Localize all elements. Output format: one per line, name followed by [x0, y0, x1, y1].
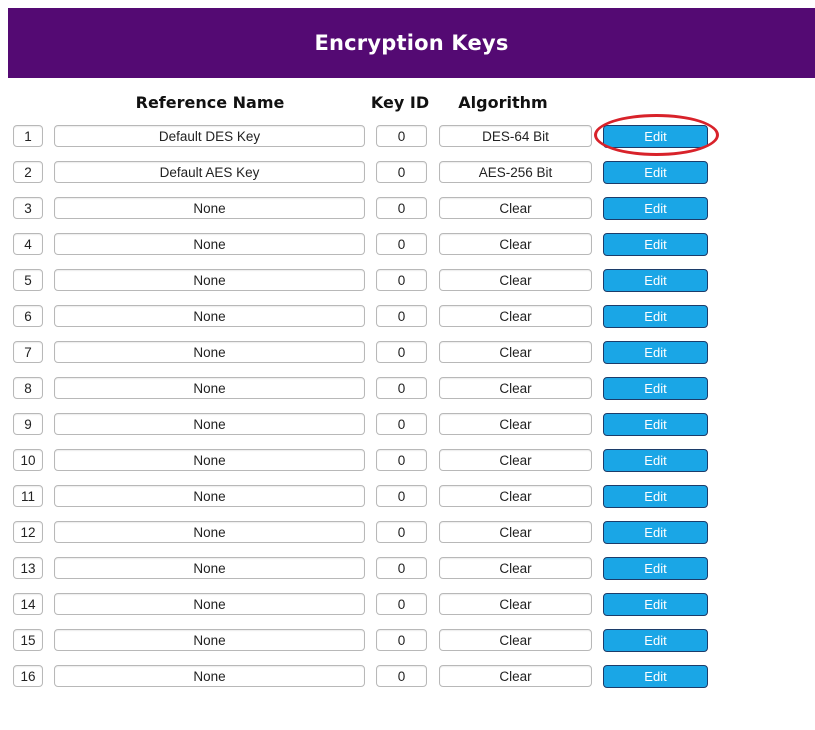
- reference-name-field: None: [54, 233, 365, 255]
- algorithm-field: Clear: [439, 197, 592, 219]
- edit-button[interactable]: Edit: [603, 665, 708, 688]
- reference-name-field: None: [54, 521, 365, 543]
- reference-name-field: None: [54, 557, 365, 579]
- table-row: 1 Default DES Key 0 DES-64 Bit Edit: [0, 125, 815, 149]
- row-number: 8: [13, 377, 43, 399]
- keys-table: 1 Default DES Key 0 DES-64 Bit Edit 2 Default …: [0, 0, 815, 730]
- key-id-field: 0: [376, 269, 427, 291]
- edit-button[interactable]: Edit: [603, 161, 708, 184]
- table-row: 16 None 0 Clear Edit: [0, 665, 815, 689]
- algorithm-field: Clear: [439, 485, 592, 507]
- row-number: 6: [13, 305, 43, 327]
- row-number: 9: [13, 413, 43, 435]
- key-id-field: 0: [376, 521, 427, 543]
- reference-name-field: None: [54, 377, 365, 399]
- edit-button[interactable]: Edit: [603, 557, 708, 580]
- reference-name-field: None: [54, 629, 365, 651]
- row-number: 10: [13, 449, 43, 471]
- edit-button[interactable]: Edit: [603, 413, 708, 436]
- reference-name-field: None: [54, 341, 365, 363]
- table-row: 15 None 0 Clear Edit: [0, 629, 815, 653]
- algorithm-field: Clear: [439, 593, 592, 615]
- edit-button[interactable]: Edit: [603, 593, 708, 616]
- key-id-field: 0: [376, 233, 427, 255]
- row-number: 2: [13, 161, 43, 183]
- table-row: 3 None 0 Clear Edit: [0, 197, 815, 221]
- edit-button[interactable]: Edit: [603, 197, 708, 220]
- key-id-field: 0: [376, 197, 427, 219]
- algorithm-field: Clear: [439, 377, 592, 399]
- key-id-field: 0: [376, 485, 427, 507]
- row-number: 16: [13, 665, 43, 687]
- table-row: 12 None 0 Clear Edit: [0, 521, 815, 545]
- table-row: 14 None 0 Clear Edit: [0, 593, 815, 617]
- algorithm-field: Clear: [439, 413, 592, 435]
- row-number: 14: [13, 593, 43, 615]
- reference-name-field: None: [54, 485, 365, 507]
- reference-name-field: None: [54, 593, 365, 615]
- edit-button[interactable]: Edit: [603, 521, 708, 544]
- table-row: 7 None 0 Clear Edit: [0, 341, 815, 365]
- edit-button[interactable]: Edit: [603, 305, 708, 328]
- table-row: 11 None 0 Clear Edit: [0, 485, 815, 509]
- row-number: 4: [13, 233, 43, 255]
- row-number: 13: [13, 557, 43, 579]
- key-id-field: 0: [376, 413, 427, 435]
- row-number: 3: [13, 197, 43, 219]
- edit-button[interactable]: Edit: [603, 629, 708, 652]
- table-row: 9 None 0 Clear Edit: [0, 413, 815, 437]
- table-row: 5 None 0 Clear Edit: [0, 269, 815, 293]
- edit-button[interactable]: Edit: [603, 125, 708, 148]
- key-id-field: 0: [376, 665, 427, 687]
- row-number: 12: [13, 521, 43, 543]
- key-id-field: 0: [376, 377, 427, 399]
- edit-button[interactable]: Edit: [603, 377, 708, 400]
- algorithm-field: Clear: [439, 557, 592, 579]
- algorithm-field: AES-256 Bit: [439, 161, 592, 183]
- edit-button[interactable]: Edit: [603, 233, 708, 256]
- table-row: 6 None 0 Clear Edit: [0, 305, 815, 329]
- algorithm-field: Clear: [439, 305, 592, 327]
- reference-name-field: None: [54, 665, 365, 687]
- algorithm-field: Clear: [439, 449, 592, 471]
- algorithm-field: Clear: [439, 521, 592, 543]
- reference-name-field: None: [54, 269, 365, 291]
- key-id-field: 0: [376, 125, 427, 147]
- table-row: 2 Default AES Key 0 AES-256 Bit Edit: [0, 161, 815, 185]
- row-number: 11: [13, 485, 43, 507]
- edit-button[interactable]: Edit: [603, 341, 708, 364]
- key-id-field: 0: [376, 305, 427, 327]
- algorithm-field: DES-64 Bit: [439, 125, 592, 147]
- edit-button[interactable]: Edit: [603, 269, 708, 292]
- algorithm-field: Clear: [439, 341, 592, 363]
- key-id-field: 0: [376, 341, 427, 363]
- algorithm-field: Clear: [439, 269, 592, 291]
- reference-name-field: Default AES Key: [54, 161, 365, 183]
- row-number: 15: [13, 629, 43, 651]
- row-number: 1: [13, 125, 43, 147]
- edit-button[interactable]: Edit: [603, 449, 708, 472]
- key-id-field: 0: [376, 449, 427, 471]
- algorithm-field: Clear: [439, 665, 592, 687]
- row-number: 5: [13, 269, 43, 291]
- table-row: 8 None 0 Clear Edit: [0, 377, 815, 401]
- reference-name-field: None: [54, 305, 365, 327]
- reference-name-field: None: [54, 449, 365, 471]
- key-id-field: 0: [376, 593, 427, 615]
- edit-button[interactable]: Edit: [603, 485, 708, 508]
- algorithm-field: Clear: [439, 629, 592, 651]
- key-id-field: 0: [376, 557, 427, 579]
- table-row: 10 None 0 Clear Edit: [0, 449, 815, 473]
- reference-name-field: None: [54, 197, 365, 219]
- table-row: 13 None 0 Clear Edit: [0, 557, 815, 581]
- algorithm-field: Clear: [439, 233, 592, 255]
- table-row: 4 None 0 Clear Edit: [0, 233, 815, 257]
- row-number: 7: [13, 341, 43, 363]
- key-id-field: 0: [376, 629, 427, 651]
- key-id-field: 0: [376, 161, 427, 183]
- reference-name-field: None: [54, 413, 365, 435]
- reference-name-field: Default DES Key: [54, 125, 365, 147]
